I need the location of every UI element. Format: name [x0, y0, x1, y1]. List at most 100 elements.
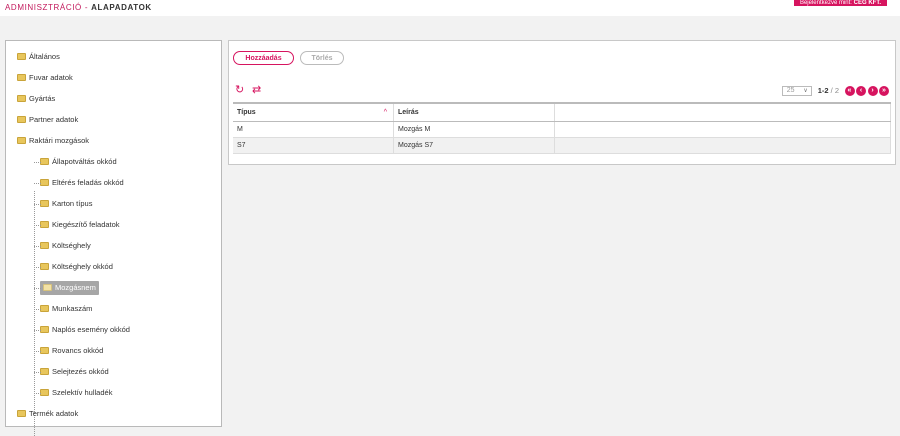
tree-item[interactable]: Eltérés feladás okkód [40, 176, 124, 190]
tree-item-label: Termék adatok [29, 409, 79, 418]
tree-item[interactable]: Partner adatok [17, 113, 78, 127]
breadcrumb-root[interactable]: ADMINISZTRÁCIÓ [5, 3, 82, 12]
prev-page-icon[interactable]: ‹ [856, 85, 866, 96]
folder-icon [40, 346, 49, 354]
folder-icon [40, 241, 49, 249]
last-page-icon[interactable]: » [879, 85, 889, 96]
tree-branch-line [34, 183, 41, 184]
tree-item[interactable]: Raktári mozgások [17, 134, 89, 148]
tree-item-label: Raktári mozgások [29, 136, 90, 145]
tree-branch-line [34, 267, 41, 268]
first-page-icon[interactable]: « [844, 85, 855, 96]
tree-item-label: Fuvar adatok [29, 73, 73, 82]
table-header-row: Típus ^ Leírás [233, 102, 891, 122]
folder-icon [40, 367, 49, 375]
tree-item-label: Költséghely [52, 241, 91, 250]
tree-item-label: Rovancs okkód [52, 346, 104, 355]
tree-item-label: Naplós esemény okkód [52, 325, 130, 334]
tree-panel: Általános Fuvar adatok Gyártás Partner adat… [5, 40, 222, 436]
tree-branch-line [34, 372, 41, 373]
sort-up-icon[interactable]: ^ [384, 109, 387, 116]
delete-button[interactable]: Törlés [300, 51, 344, 65]
folder-icon [40, 262, 49, 270]
tree-item[interactable]: Szelektív hulladék [40, 386, 112, 400]
tree-item-label: Munkaszám [52, 304, 93, 313]
page-info: 1-2 / 2 [818, 86, 839, 95]
tree-connector [34, 191, 35, 436]
tree-branch-line [34, 225, 41, 226]
tree-item[interactable]: Mozgásnem [40, 281, 99, 295]
folder-icon [40, 388, 49, 396]
folder-icon [40, 178, 49, 186]
cell-empty [554, 121, 891, 138]
main-panel: Hozzáadás Törlés ↻ ⇄ 25 ∨ 1-2 / 2 « ‹ › … [228, 40, 896, 165]
folder-icon [40, 220, 49, 228]
folder-icon [17, 52, 26, 60]
folder-icon [43, 283, 52, 291]
swap-icon[interactable]: ⇄ [252, 85, 261, 96]
tree-item[interactable]: Fuvar adatok [17, 71, 73, 85]
breadcrumb: ADMINISZTRÁCIÓ - ALAPADATOK [5, 3, 152, 12]
folder-icon [17, 73, 26, 81]
cell-description: Mozgás S7 [393, 137, 555, 154]
tree-item-label: Selejtezés okkód [52, 367, 109, 376]
tree-item[interactable]: Költséghely [40, 239, 91, 253]
chevron-down-icon: ∨ [803, 87, 808, 94]
cell-type: M [233, 121, 394, 138]
tree-item-label: Partner adatok [29, 115, 79, 124]
user-name: CÉG KFT. [853, 0, 881, 6]
folder-icon [40, 325, 49, 333]
tree-item[interactable]: Selejtezés okkód [40, 365, 109, 379]
breadcrumb-current: ALAPADATOK [91, 3, 152, 12]
cell-type: S7 [233, 137, 394, 154]
tree-item[interactable]: Naplós esemény okkód [40, 323, 130, 337]
page-range: 1-2 [817, 86, 829, 95]
add-button[interactable]: Hozzáadás [233, 51, 294, 65]
column-header-description[interactable]: Leírás [393, 102, 555, 122]
tree-branch-line [34, 309, 41, 310]
tree-item[interactable]: Rovancs okkód [40, 344, 103, 358]
page-size-select[interactable]: 25 ∨ [781, 85, 812, 96]
tree-item-label: Eltérés feladás okkód [52, 178, 124, 187]
next-page-icon[interactable]: › [867, 85, 878, 96]
table-row[interactable]: S7 Mozgás S7 [233, 137, 891, 154]
tree-branch-line [34, 393, 41, 394]
table-row[interactable]: M Mozgás M [233, 121, 891, 138]
user-info: Bejelentkezve mint: CÉG KFT. [793, 0, 887, 6]
folder-icon [40, 199, 49, 207]
tree-item-label: Költséghely okkód [52, 262, 113, 271]
tree-item-label: Szelektív hulladék [52, 388, 113, 397]
tree-item[interactable]: Általános [17, 50, 60, 64]
folder-icon [40, 157, 49, 165]
tree-item-label: Kiegészítő feladatok [52, 220, 120, 229]
folder-icon [40, 304, 49, 312]
tree-item-label: Gyártás [29, 94, 56, 103]
folder-icon [17, 94, 26, 102]
tree-item-label: Mozgásnem [55, 283, 96, 292]
tree-item[interactable]: Munkaszám [40, 302, 92, 316]
breadcrumb-separator: - [84, 3, 89, 12]
tree-branch-line [34, 246, 41, 247]
data-table: Típus ^ Leírás M Mozgás M S7 Mozgás S7 [233, 102, 891, 154]
tree-branch-line [34, 204, 41, 205]
folder-icon [17, 115, 26, 123]
page-size-value: 25 [786, 86, 795, 94]
tree-item[interactable]: Karton típus [40, 197, 92, 211]
folder-icon [17, 136, 26, 144]
tree-item[interactable]: Gyártás [17, 92, 55, 106]
tree-branch-line [34, 330, 41, 331]
column-header-empty [554, 102, 891, 122]
top-bar: ADMINISZTRÁCIÓ - ALAPADATOK Bejelentkezve … [0, 0, 900, 16]
tree-item-label: Általános [29, 52, 60, 61]
tree-branch-line [34, 288, 41, 289]
refresh-icon[interactable]: ↻ [235, 85, 244, 96]
folder-icon [17, 409, 26, 417]
column-header-type[interactable]: Típus ^ [233, 102, 394, 122]
user-label: Bejelentkezve mint: [799, 0, 852, 6]
tree-item[interactable]: Kiegészítő feladatok [40, 218, 120, 232]
tree-item[interactable]: Költséghely okkód [40, 260, 113, 274]
tree-item-label: Állapotváltás okkód [52, 157, 117, 166]
tree-item[interactable]: Állapotváltás okkód [40, 155, 117, 169]
tree-item[interactable]: Termék adatok [17, 407, 78, 421]
tree-branch-line [34, 351, 41, 352]
